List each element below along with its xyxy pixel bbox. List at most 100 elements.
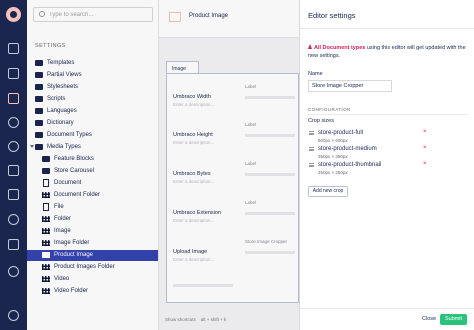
tree-item-label: Video <box>54 275 70 282</box>
help-icon[interactable] <box>8 266 19 277</box>
tree-item[interactable]: Feature Blocks <box>27 154 158 165</box>
tree-item-label: Document <box>54 179 82 186</box>
tree-item[interactable]: Dictionary <box>27 118 158 129</box>
tree-item[interactable]: File <box>27 202 158 213</box>
umbraco-logo-icon[interactable] <box>6 7 21 22</box>
property-preview <box>245 96 295 99</box>
media-section-icon[interactable] <box>8 68 19 79</box>
properties-panel: Umbraco Width Enter a description... Lab… <box>166 73 299 303</box>
user-avatar-icon[interactable] <box>8 310 19 321</box>
delete-crop-icon[interactable]: × <box>423 161 427 167</box>
grid-icon <box>42 276 50 282</box>
property-name[interactable]: Umbraco Height <box>173 132 213 138</box>
name-field[interactable]: Store Image Cropper <box>308 80 392 92</box>
property-name[interactable]: Umbraco Bytes <box>173 171 211 177</box>
property-name[interactable]: Upload Image <box>173 249 207 255</box>
settings-wrench-icon[interactable] <box>8 93 19 104</box>
property-description[interactable]: Enter a description... <box>173 102 214 107</box>
tree-search[interactable] <box>33 7 153 22</box>
crop-dimensions: 600px × 600px <box>318 138 348 143</box>
add-new-crop-button[interactable]: Add new crop <box>308 186 348 197</box>
close-button[interactable]: Close <box>422 316 436 322</box>
section-bar <box>0 0 27 330</box>
grid-icon <box>42 216 50 222</box>
tree-item[interactable]: Templates <box>27 58 158 69</box>
folder-icon <box>35 120 43 126</box>
property-description[interactable]: Enter a description... <box>173 140 214 145</box>
folder-icon <box>35 132 43 138</box>
tree-item[interactable]: Video <box>27 274 158 285</box>
tree-item[interactable]: Scripts <box>27 94 158 105</box>
property-editor-label[interactable]: Label <box>245 161 256 166</box>
property-editor-label[interactable]: Label <box>245 84 256 89</box>
tree-item-label: Partial Views <box>47 71 82 78</box>
property-editor-label[interactable]: Label <box>245 200 256 205</box>
content-section-icon[interactable] <box>8 43 19 54</box>
tree-item[interactable]: Store Carousel <box>27 166 158 177</box>
delete-crop-icon[interactable]: × <box>423 129 427 135</box>
media-type-name[interactable]: Product Image <box>189 13 228 19</box>
media-type-icon[interactable] <box>169 12 181 22</box>
forms-icon[interactable] <box>8 189 19 200</box>
crop-item[interactable]: store-product-thumbnail 250px × 250px × <box>308 161 468 179</box>
submit-button[interactable]: Submit <box>440 314 467 325</box>
crop-name: store-product-thumbnail <box>318 162 382 168</box>
translation-globe-icon[interactable] <box>8 214 19 225</box>
property-preview <box>245 134 295 137</box>
search-input[interactable] <box>49 9 149 20</box>
members-icon[interactable] <box>8 165 19 176</box>
tree-item[interactable]: Stylesheets <box>27 82 158 93</box>
tree-item[interactable]: Document <box>27 178 158 189</box>
grid-icon <box>42 252 50 258</box>
property-description[interactable]: Enter a description... <box>173 257 214 262</box>
tree-item[interactable]: Image <box>27 226 158 237</box>
tree-item[interactable]: Media Types <box>27 142 158 153</box>
tree-item[interactable]: Document Types <box>27 130 158 141</box>
tree-item-label: Folder <box>54 215 72 222</box>
drag-handle-icon[interactable] <box>309 131 314 135</box>
tree-item-label: Feature Blocks <box>54 155 95 162</box>
grid-icon <box>42 192 50 198</box>
deploy-icon[interactable] <box>8 239 19 250</box>
folder-icon <box>35 60 43 66</box>
tree-item[interactable]: Folder <box>27 214 158 225</box>
property-preview <box>245 251 295 254</box>
media-type-editor: Product Image Image Umbraco Width Enter … <box>159 0 299 330</box>
tree-item[interactable]: Video Folder <box>27 286 158 297</box>
editor-settings-overlay: Editor settings All Document types using… <box>299 0 474 330</box>
tree-item[interactable]: Languages <box>27 106 158 117</box>
property-description[interactable]: Enter a description... <box>173 218 214 223</box>
property-preview <box>245 212 295 215</box>
drag-handle-icon[interactable] <box>309 147 314 151</box>
tree-item-label: Product Image <box>54 251 94 258</box>
document-icon <box>43 179 49 187</box>
tree-item[interactable]: Partial Views <box>27 70 158 81</box>
delete-crop-icon[interactable]: × <box>423 145 427 151</box>
tree-item-selected[interactable]: Product Image <box>27 250 158 261</box>
tree-item-label: Store Carousel <box>54 167 95 174</box>
users-icon[interactable] <box>8 141 19 152</box>
tree-item[interactable]: Image Folder <box>27 238 158 249</box>
property-editor-label[interactable]: Label <box>245 122 256 127</box>
property-description[interactable]: Enter a description... <box>173 179 214 184</box>
folder-icon <box>35 84 43 90</box>
tree-item-label: Stylesheets <box>47 83 79 90</box>
add-property-placeholder[interactable] <box>173 284 233 287</box>
tree-item-label: Document Folder <box>54 191 101 198</box>
tree-item-label: Media Types <box>47 143 81 150</box>
property-editor-label[interactable]: Store Image Cropper <box>245 239 287 244</box>
tree-item[interactable]: Product Images Folder <box>27 262 158 273</box>
tree-item-label: Image Folder <box>54 239 90 246</box>
tree-item-label: Scripts <box>47 95 66 102</box>
chevron-down-icon[interactable] <box>30 145 34 148</box>
configuration-title: CONFIGURATION <box>308 107 351 112</box>
editor-header: Product Image <box>159 0 299 38</box>
drag-handle-icon[interactable] <box>309 163 314 167</box>
show-shortcuts-link[interactable]: Show shortcuts <box>165 317 196 322</box>
property-name[interactable]: Umbraco Width <box>173 94 211 100</box>
packages-icon[interactable] <box>8 117 19 128</box>
tree-item[interactable]: Document Folder <box>27 190 158 201</box>
grid-icon <box>42 240 50 246</box>
tree-item-label: Product Images Folder <box>54 263 115 270</box>
property-name[interactable]: Umbraco Extension <box>173 210 221 216</box>
